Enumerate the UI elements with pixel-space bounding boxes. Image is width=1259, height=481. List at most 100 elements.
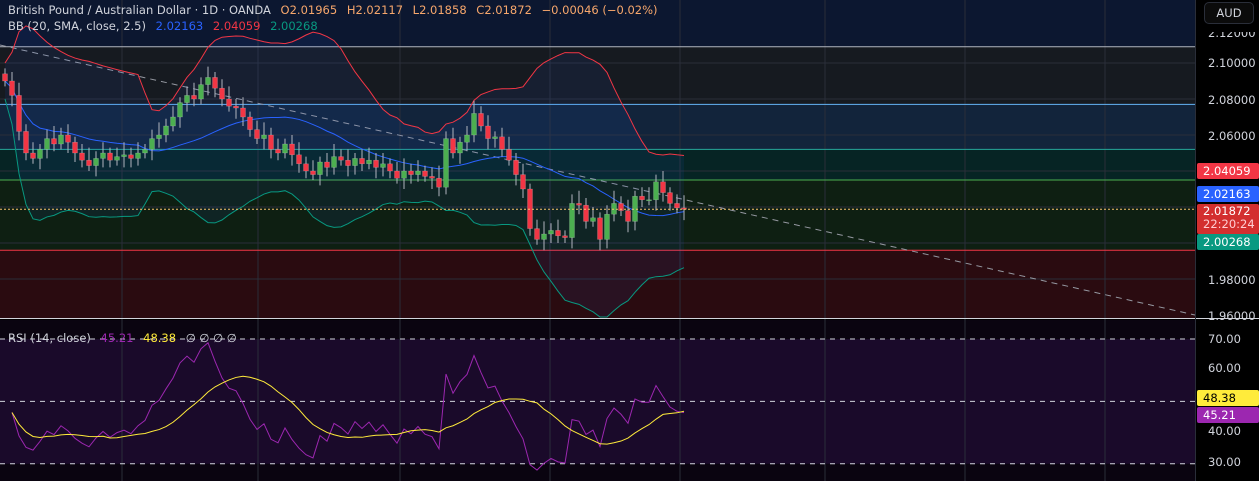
candle-body bbox=[93, 158, 99, 166]
candle-body bbox=[58, 134, 64, 145]
candle-body bbox=[604, 213, 610, 240]
bb-basis-value: 2.02163 bbox=[155, 19, 204, 33]
candle-body bbox=[597, 217, 603, 240]
candle-body bbox=[16, 95, 22, 132]
candle-body bbox=[191, 95, 197, 100]
candle-body bbox=[611, 203, 617, 215]
bb-upper-value: 2.04059 bbox=[212, 19, 261, 33]
ohlc-high: H2.02117 bbox=[346, 3, 404, 17]
ohlc-open: O2.01965 bbox=[280, 3, 338, 17]
candle-body bbox=[65, 134, 71, 143]
ohlc-low: L2.01858 bbox=[412, 3, 467, 17]
rsi-tick: 60.00 bbox=[1208, 361, 1241, 375]
candle-body bbox=[380, 163, 386, 168]
candle-body bbox=[401, 170, 407, 179]
candle-body bbox=[114, 156, 120, 161]
candle-body bbox=[513, 159, 519, 175]
candle-body bbox=[310, 170, 316, 175]
candle-body bbox=[625, 210, 631, 222]
candle-body bbox=[576, 203, 582, 206]
candle-body bbox=[436, 177, 442, 188]
candle-body bbox=[506, 149, 512, 161]
rsi-label: RSI (14, close) bbox=[8, 331, 91, 345]
candle-body bbox=[457, 141, 463, 154]
price-tick: 2.12000 bbox=[1208, 26, 1256, 40]
price-tick: 2.10000 bbox=[1208, 56, 1256, 70]
candle-body bbox=[478, 113, 484, 127]
currency-button[interactable]: AUD bbox=[1204, 2, 1254, 24]
candle-body bbox=[44, 138, 50, 150]
candle-body bbox=[86, 159, 92, 166]
candle-body bbox=[107, 152, 113, 161]
candle-body bbox=[226, 98, 232, 107]
candle-body bbox=[100, 152, 106, 159]
candle-body bbox=[674, 203, 680, 209]
candle-body bbox=[499, 136, 505, 150]
candle-body bbox=[205, 77, 211, 85]
candle-body bbox=[527, 188, 533, 229]
candle-body bbox=[9, 80, 15, 96]
candle-body bbox=[373, 159, 379, 168]
price-tick: 1.96000 bbox=[1208, 309, 1256, 323]
price-tick: 1.98000 bbox=[1208, 273, 1256, 287]
candle-body bbox=[632, 195, 638, 222]
candle-body bbox=[247, 116, 253, 130]
candle-body bbox=[408, 170, 414, 175]
candle-body bbox=[37, 149, 43, 159]
candle-body bbox=[170, 116, 176, 127]
candle-body bbox=[555, 230, 561, 237]
price-tick: 2.06000 bbox=[1208, 129, 1256, 143]
rsi-legend[interactable]: RSI (14, close) 45.21 48.38 ∅ ∅ ∅ ∅ bbox=[8, 331, 243, 345]
bb-lower-value: 2.00268 bbox=[270, 19, 318, 33]
candle-body bbox=[261, 134, 267, 139]
rsi-extras: ∅ ∅ ∅ ∅ bbox=[185, 331, 237, 345]
candle-body bbox=[282, 143, 288, 154]
candle-body bbox=[275, 149, 281, 154]
rsi-band-fill bbox=[0, 339, 1195, 464]
candle-body bbox=[198, 84, 204, 100]
chart-canvas[interactable] bbox=[0, 0, 1195, 481]
bb-lower-tag: 2.00268 bbox=[1197, 234, 1259, 250]
candle-body bbox=[135, 152, 141, 159]
candle-body bbox=[79, 152, 85, 161]
candle-body bbox=[163, 125, 169, 136]
candle-body bbox=[268, 134, 274, 150]
candle-body bbox=[562, 235, 568, 238]
candle-body bbox=[289, 143, 295, 156]
bb-label: BB (20, SMA, close, 2.5) bbox=[8, 19, 146, 33]
candle-body bbox=[520, 174, 526, 190]
candle-body bbox=[485, 125, 491, 139]
candle-body bbox=[667, 192, 673, 204]
candle-body bbox=[541, 233, 547, 240]
candle-body bbox=[583, 204, 589, 222]
ohlc-change: −0.00046 (−0.02%) bbox=[541, 3, 658, 17]
candle-body bbox=[2, 73, 8, 82]
rsi-ma-tag: 48.38 bbox=[1197, 390, 1259, 406]
candle-body bbox=[121, 154, 127, 157]
candle-body bbox=[352, 158, 358, 166]
bb-upper-tag: 2.04059 bbox=[1197, 163, 1259, 179]
candle-body bbox=[317, 161, 323, 175]
bb-legend[interactable]: BB (20, SMA, close, 2.5) 2.02163 2.04059… bbox=[8, 19, 324, 33]
price-axis[interactable]: AUD 2.12000 2.10000 2.08000 2.06000 1.98… bbox=[1195, 0, 1259, 481]
candle-body bbox=[450, 138, 456, 154]
candle-body bbox=[219, 87, 225, 100]
candle-body bbox=[394, 170, 400, 179]
candle-body bbox=[331, 156, 337, 168]
candle-body bbox=[387, 163, 393, 172]
rsi-tick: 40.00 bbox=[1208, 424, 1241, 438]
rsi-ma-value: 48.38 bbox=[143, 331, 177, 345]
pane-separator[interactable] bbox=[1196, 318, 1259, 319]
candle-body bbox=[128, 154, 134, 159]
candle-body bbox=[142, 149, 148, 154]
bar-countdown: 22:20:24 bbox=[1203, 217, 1255, 231]
candle-body bbox=[492, 136, 498, 139]
symbol-title: British Pound / Australian Dollar · 1D ·… bbox=[8, 3, 271, 17]
candle-body bbox=[51, 138, 57, 145]
candle-body bbox=[646, 199, 652, 202]
candle-body bbox=[212, 77, 218, 89]
candle-body bbox=[366, 159, 372, 165]
rsi-tag: 45.21 bbox=[1197, 407, 1259, 423]
candle-body bbox=[653, 181, 659, 201]
candle-body bbox=[184, 95, 190, 103]
